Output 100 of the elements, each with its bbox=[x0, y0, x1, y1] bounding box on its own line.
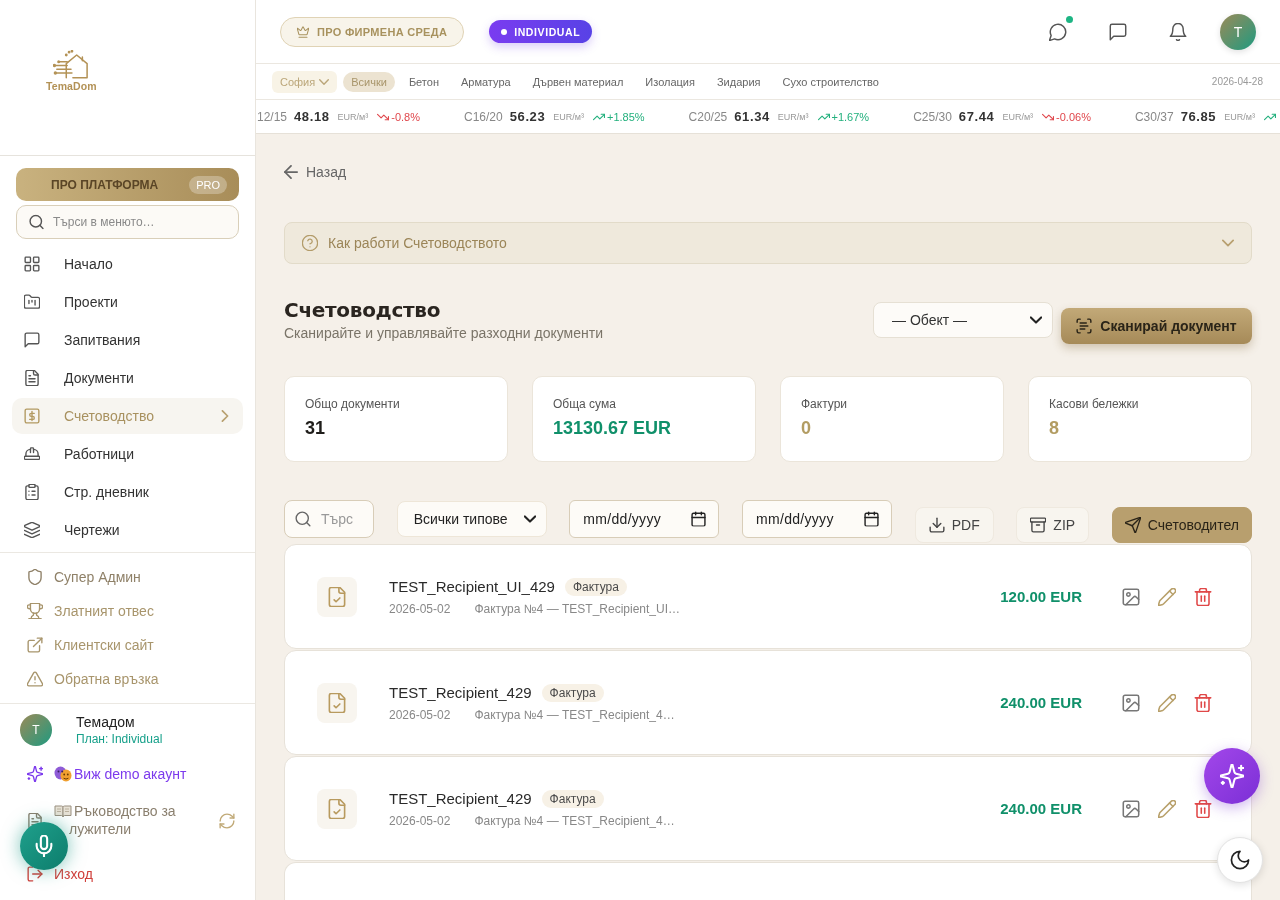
status-dot-icon bbox=[501, 28, 508, 35]
category-tab[interactable]: Сухо строителство bbox=[774, 71, 887, 92]
file-check-icon bbox=[317, 576, 357, 617]
pdf-export-button[interactable]: PDF bbox=[914, 507, 994, 543]
date-from-field[interactable]: mm/dd/yyyy bbox=[569, 500, 720, 538]
image-icon[interactable] bbox=[1122, 799, 1140, 818]
document-amount: 240.00 EUR bbox=[1000, 694, 1082, 711]
delete-icon[interactable] bbox=[1194, 587, 1212, 606]
book-icon bbox=[54, 804, 72, 818]
document-description: Фактура №4 — TEST_Recipient_4… bbox=[474, 812, 675, 829]
chat-bubble-icon[interactable] bbox=[1049, 22, 1067, 41]
delete-icon[interactable] bbox=[1194, 799, 1212, 818]
search-field[interactable]: Търс bbox=[284, 500, 374, 538]
external-link-icon bbox=[27, 637, 43, 653]
document-type-badge: Фактура bbox=[541, 683, 604, 702]
document-description: Фактура №4 — TEST_Recipient_UI… bbox=[474, 600, 680, 617]
price-value: 61.34 bbox=[734, 109, 770, 124]
plan-badge: INDIVIDUAL bbox=[489, 20, 593, 43]
nav-item[interactable]: Чертежи bbox=[12, 512, 243, 548]
back-link[interactable]: Назад bbox=[284, 162, 347, 182]
layers-icon bbox=[24, 522, 40, 538]
image-icon[interactable] bbox=[1122, 587, 1140, 606]
menu-link[interactable]: Супер Админ bbox=[27, 560, 141, 594]
nav-item[interactable]: Начало bbox=[12, 246, 243, 282]
message-icon[interactable] bbox=[1109, 22, 1127, 41]
date-to-field[interactable]: mm/dd/yyyy bbox=[742, 500, 892, 538]
stat-label: Касови бележки bbox=[1049, 396, 1140, 412]
demo-account-link[interactable]: Виж demo акаунт bbox=[54, 766, 187, 782]
pro-badge: PRO bbox=[189, 175, 227, 194]
grid-icon bbox=[24, 256, 40, 272]
price-change: +1.85% bbox=[606, 110, 645, 123]
concrete-grade: C30/37 bbox=[1134, 109, 1174, 124]
object-select[interactable]: — Обект — bbox=[873, 302, 1053, 338]
file-check-icon bbox=[317, 682, 357, 723]
send-to-accountant-button[interactable]: Счетоводител bbox=[1111, 507, 1252, 543]
document-card[interactable]: TEST_Recipient_429 Фактура 2026-05-02 Фактура №4 — TEST_Recipient_4… 240.00 EUR bbox=[284, 650, 1252, 755]
logo-text: TemaDom bbox=[46, 80, 97, 92]
delete-icon[interactable] bbox=[1194, 693, 1212, 712]
employee-guide-link[interactable]: Ръководство за лужители bbox=[54, 802, 202, 838]
category-tab[interactable]: Бетон bbox=[400, 71, 447, 92]
category-tab[interactable]: Арматура bbox=[452, 71, 519, 92]
price-value: 67.44 bbox=[958, 109, 995, 124]
nav-item[interactable]: Документи bbox=[12, 360, 243, 396]
page-title: Счетоводство bbox=[284, 297, 442, 324]
price-unit: EUR/м³ bbox=[1224, 111, 1255, 122]
menu-search-field[interactable]: Търси в менюто… bbox=[16, 205, 239, 239]
document-card[interactable]: TEST_Recipient_429 Фактура 2026-05-02 Фактура №4 — TEST_Recipient_4… 240.00 EUR bbox=[284, 756, 1252, 861]
send-icon bbox=[1124, 517, 1141, 533]
stat-label: Обща сума bbox=[553, 396, 617, 412]
concrete-grade: 12/15 bbox=[257, 109, 288, 124]
document-type-badge: Фактура bbox=[541, 789, 604, 808]
price-change: -0.8% bbox=[391, 110, 420, 123]
document-amount: 120.00 EUR bbox=[1000, 588, 1082, 605]
sparkles-icon bbox=[1220, 764, 1244, 788]
logout-link[interactable]: Изход bbox=[54, 866, 93, 882]
price-unit: EUR/м³ bbox=[337, 111, 369, 122]
chevron-down-icon bbox=[319, 76, 330, 87]
price-date: 2026-04-28 bbox=[1211, 76, 1263, 87]
warning-icon bbox=[27, 671, 43, 687]
stat-value: 0 bbox=[801, 417, 812, 440]
nav-item[interactable]: Запитвания bbox=[12, 322, 243, 358]
document-date: 2026-05-02 bbox=[389, 706, 451, 723]
price-value: 56.23 bbox=[509, 109, 546, 124]
document-date: 2026-05-02 bbox=[389, 812, 451, 829]
document-title: TEST_Recipient_429 bbox=[389, 684, 532, 701]
price-change: +1.67% bbox=[831, 110, 870, 123]
chevron-right-icon bbox=[219, 410, 231, 422]
document-title: TEST_Recipient_UI_429 bbox=[389, 578, 555, 595]
category-tab[interactable]: Зидария bbox=[708, 71, 769, 92]
nav-item[interactable]: Стр. дневник bbox=[12, 474, 243, 510]
refresh-icon[interactable] bbox=[219, 813, 235, 829]
moon-icon bbox=[1230, 850, 1250, 870]
edit-icon[interactable] bbox=[1158, 693, 1176, 712]
chat-icon bbox=[24, 332, 40, 348]
hard-hat-icon bbox=[24, 446, 40, 462]
category-tab[interactable]: Изолация bbox=[637, 71, 703, 92]
help-icon bbox=[302, 235, 318, 251]
theater-masks-icon bbox=[54, 766, 72, 782]
document-description: Фактура №4 — TEST_Recipient_4… bbox=[474, 706, 675, 723]
scan-icon bbox=[1076, 318, 1093, 334]
category-tab[interactable]: Дървен материал bbox=[524, 71, 632, 92]
user-avatar[interactable]: T bbox=[1220, 13, 1256, 50]
price-value: 76.85 bbox=[1180, 109, 1217, 124]
document-card[interactable]: TEST_Recipient_UI_429 Фактура 2026-05-02 Фактура №4 — TEST_Recipient_UI… 120.00 EUR bbox=[284, 544, 1252, 649]
bell-icon[interactable] bbox=[1169, 22, 1187, 41]
edit-icon[interactable] bbox=[1158, 799, 1176, 818]
file-check-icon bbox=[317, 788, 357, 829]
dollar-icon bbox=[24, 408, 40, 424]
nav-item[interactable]: Работници bbox=[12, 436, 243, 472]
sparkles-icon bbox=[27, 766, 43, 782]
concrete-grade: C16/20 bbox=[464, 109, 503, 124]
nav-item[interactable]: Проекти bbox=[12, 284, 243, 320]
scan-document-button[interactable]: Сканирай документ bbox=[1061, 308, 1252, 344]
pro-platform-button[interactable]: ПРО ПЛАТФОРМА PRO bbox=[16, 168, 239, 201]
stat-value: 13130.67 EUR bbox=[553, 417, 673, 440]
edit-icon[interactable] bbox=[1158, 587, 1176, 606]
type-select[interactable]: Всички типове bbox=[396, 501, 547, 537]
image-icon[interactable] bbox=[1122, 693, 1140, 712]
zip-export-button[interactable]: ZIP bbox=[1016, 507, 1090, 543]
logout-icon bbox=[27, 866, 43, 882]
